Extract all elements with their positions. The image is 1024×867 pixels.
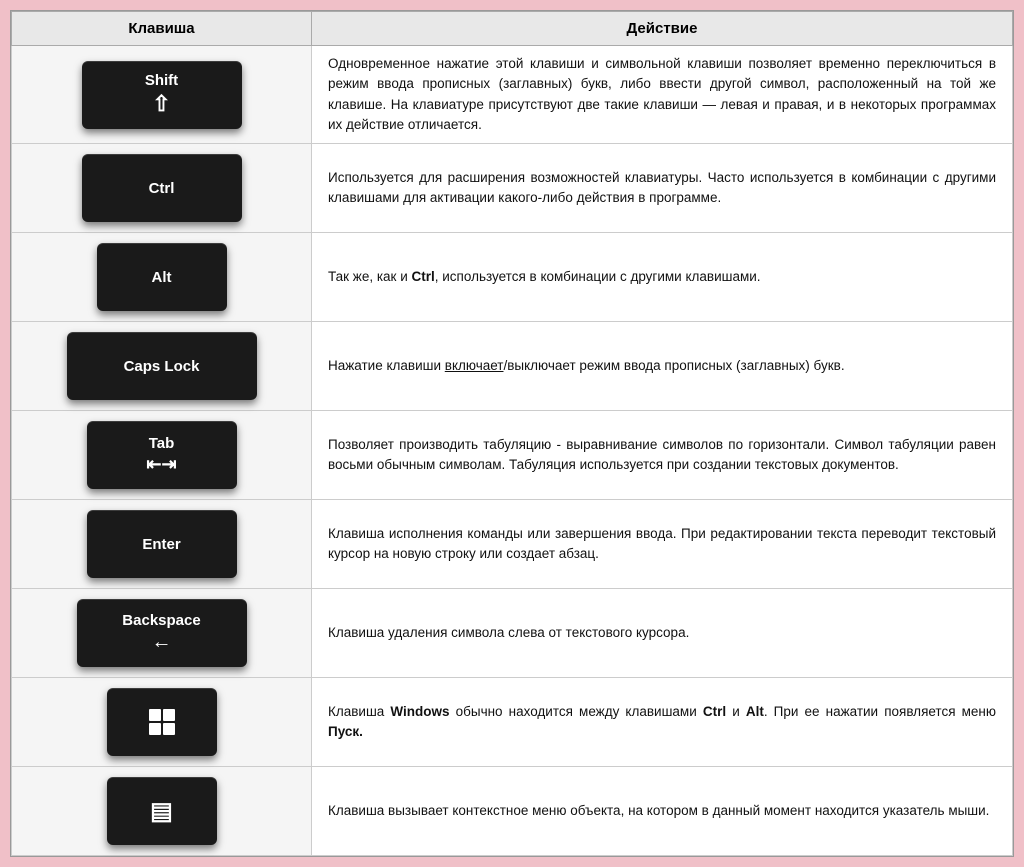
ctrl-description: Используется для расширения возможностей… xyxy=(312,144,1013,233)
table-row: Caps Lock Нажатие клавиши включает/выклю… xyxy=(12,322,1013,411)
shift-key-cell: Shift ⇧ xyxy=(12,46,312,144)
shift-key: Shift ⇧ xyxy=(82,61,242,129)
ctrl-key-cell: Ctrl xyxy=(12,144,312,233)
backspace-label: Backspace xyxy=(122,612,200,629)
alt-bold: Alt xyxy=(746,704,764,719)
windows-key xyxy=(107,688,217,756)
menu-key-cell: ▤ xyxy=(12,767,312,856)
caps-label: Caps Lock xyxy=(124,358,200,375)
keyboard-table: Клавиша Действие Shift ⇧ Одновременное н… xyxy=(10,10,1014,857)
enter-description: Клавиша исполнения команды или завершени… xyxy=(312,500,1013,589)
enter-label: Enter xyxy=(142,536,180,553)
menu-description: Клавиша вызывает контекстное меню объект… xyxy=(312,767,1013,856)
alt-key-cell: Alt xyxy=(12,233,312,322)
backspace-key-cell: Backspace ← xyxy=(12,589,312,678)
table-row: Ctrl Используется для расширения возможн… xyxy=(12,144,1013,233)
col-header-action: Действие xyxy=(312,12,1013,46)
start-bold: Пуск. xyxy=(328,724,363,739)
table-row: Клавиша Windows обычно находится между к… xyxy=(12,678,1013,767)
shift-icon: ⇧ xyxy=(152,91,170,117)
tab-key: Tab ⇤⇥ xyxy=(87,421,237,489)
menu-key: ▤ xyxy=(107,777,217,845)
menu-icon: ▤ xyxy=(150,797,173,826)
tab-description: Позволяет производить табуляцию - выравн… xyxy=(312,411,1013,500)
tab-label: Tab xyxy=(149,435,175,452)
table-row: Shift ⇧ Одновременное нажатие этой клави… xyxy=(12,46,1013,144)
caps-underline: включает xyxy=(445,358,504,373)
ctrl-label: Ctrl xyxy=(149,180,175,197)
ctrl-key: Ctrl xyxy=(82,154,242,222)
table-row: ▤ Клавиша вызывает контекстное меню объе… xyxy=(12,767,1013,856)
caps-key: Caps Lock xyxy=(67,332,257,400)
col-header-key: Клавиша xyxy=(12,12,312,46)
caps-key-cell: Caps Lock xyxy=(12,322,312,411)
tab-icon: ⇤⇥ xyxy=(146,454,176,475)
table-row: Tab ⇤⇥ Позволяет производить табуляцию -… xyxy=(12,411,1013,500)
windows-bold: Windows xyxy=(390,704,449,719)
enter-key: Enter xyxy=(87,510,237,578)
shift-label: Shift xyxy=(145,72,178,89)
backspace-icon: ← xyxy=(152,631,172,654)
alt-key: Alt xyxy=(97,243,227,311)
backspace-key: Backspace ← xyxy=(77,599,247,667)
windows-description: Клавиша Windows обычно находится между к… xyxy=(312,678,1013,767)
tab-key-cell: Tab ⇤⇥ xyxy=(12,411,312,500)
ctrl-ref-bold: Ctrl xyxy=(412,269,435,284)
windows-key-cell xyxy=(12,678,312,767)
table-row: Alt Так же, как и Ctrl, используется в к… xyxy=(12,233,1013,322)
table-row: Enter Клавиша исполнения команды или зав… xyxy=(12,500,1013,589)
shift-description: Одновременное нажатие этой клавиши и сим… xyxy=(312,46,1013,144)
caps-description: Нажатие клавиши включает/выключает режим… xyxy=(312,322,1013,411)
windows-icon xyxy=(149,709,175,735)
alt-label: Alt xyxy=(152,269,172,286)
ctrl-bold: Ctrl xyxy=(703,704,726,719)
enter-key-cell: Enter xyxy=(12,500,312,589)
backspace-description: Клавиша удаления символа слева от тексто… xyxy=(312,589,1013,678)
alt-description: Так же, как и Ctrl, используется в комби… xyxy=(312,233,1013,322)
table-row: Backspace ← Клавиша удаления символа сле… xyxy=(12,589,1013,678)
